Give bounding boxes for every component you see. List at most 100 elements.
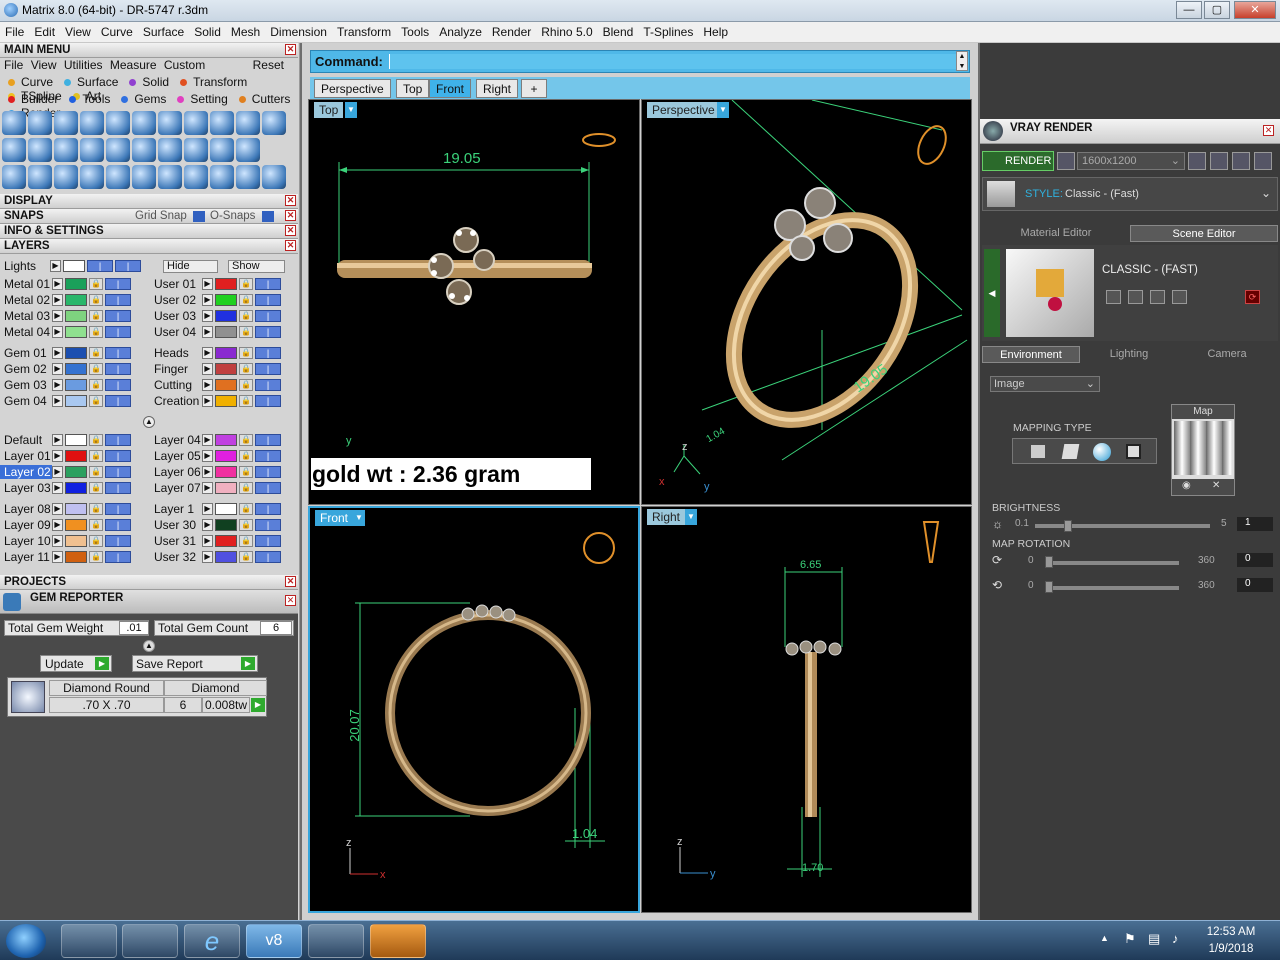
- layer-row[interactable]: Layer 05 ▶ 🔒 |: [150, 448, 295, 464]
- gem-reporter-header[interactable]: GEM REPORTER ✕: [0, 590, 298, 614]
- tool-icon[interactable]: [28, 138, 52, 162]
- arrow-icon[interactable]: ▶: [202, 434, 213, 446]
- lock-icon[interactable]: 🔒: [239, 434, 253, 446]
- layer-color-swatch[interactable]: [215, 347, 237, 359]
- lock-icon[interactable]: 🔒: [89, 379, 103, 391]
- close-button[interactable]: ✕: [1234, 1, 1276, 19]
- menu-tools[interactable]: Tools: [396, 22, 434, 39]
- arrow-icon[interactable]: ▶: [52, 310, 63, 322]
- layer-row[interactable]: Layer 06 ▶ 🔒 |: [150, 464, 295, 480]
- layer-color-swatch[interactable]: [215, 551, 237, 563]
- visibility-toggle[interactable]: |: [255, 379, 281, 391]
- close-icon[interactable]: ✕: [285, 225, 296, 236]
- arrow-icon[interactable]: ▶: [202, 503, 213, 515]
- layer-name[interactable]: User 31: [150, 534, 202, 548]
- style-selector[interactable]: STYLE: Classic - (Fast) ⌄: [982, 177, 1278, 211]
- render-button[interactable]: RENDER: [982, 151, 1054, 171]
- category-curve[interactable]: Curve: [4, 75, 53, 89]
- visibility-toggle[interactable]: |: [105, 347, 131, 359]
- lock-icon[interactable]: 🔒: [89, 482, 103, 494]
- grid-snap-label[interactable]: Grid Snap: [135, 209, 187, 224]
- lock-icon[interactable]: 🔒: [89, 278, 103, 290]
- layer-color-swatch[interactable]: [65, 379, 87, 391]
- tab-environment[interactable]: Environment: [982, 346, 1080, 363]
- layer-name[interactable]: Metal 04: [0, 325, 52, 339]
- volume-icon[interactable]: ♪: [1172, 931, 1179, 946]
- lock-icon[interactable]: 🔒: [89, 503, 103, 515]
- layer-color-swatch[interactable]: [65, 519, 87, 531]
- arrow-icon[interactable]: ▶: [52, 535, 63, 547]
- tool-icon[interactable]: [80, 138, 104, 162]
- layer-color-swatch[interactable]: [65, 395, 87, 407]
- frame-icon[interactable]: [1210, 152, 1228, 170]
- arrow-icon[interactable]: ▶: [202, 551, 213, 563]
- arrow-icon[interactable]: ▶: [52, 503, 63, 515]
- arrow-icon[interactable]: ▶: [202, 395, 213, 407]
- layer-row[interactable]: Layer 10 ▶ 🔒 |: [0, 533, 145, 549]
- visibility-toggle[interactable]: |: [105, 434, 131, 446]
- lock-icon[interactable]: 🔒: [239, 363, 253, 375]
- close-icon[interactable]: ✕: [1263, 125, 1274, 136]
- visibility-toggle[interactable]: |: [255, 482, 281, 494]
- lock-icon[interactable]: 🔒: [239, 379, 253, 391]
- visibility-toggle[interactable]: |: [105, 519, 131, 531]
- info-header[interactable]: INFO & SETTINGS ✕: [0, 224, 298, 239]
- lock-icon[interactable]: 🔒: [89, 450, 103, 462]
- maximize-button[interactable]: ▢: [1204, 1, 1230, 19]
- visibility-toggle[interactable]: |: [105, 310, 131, 322]
- tool-icon[interactable]: [210, 111, 234, 135]
- lock-icon[interactable]: 🔒: [89, 466, 103, 478]
- cube-mapping-icon[interactable]: [1126, 444, 1141, 459]
- start-button[interactable]: [6, 924, 46, 958]
- lock-icon[interactable]: 🔒: [239, 482, 253, 494]
- visibility-toggle[interactable]: |: [255, 466, 281, 478]
- brightness-slider-thumb[interactable]: [1064, 520, 1072, 532]
- arrow-icon[interactable]: ▶: [202, 379, 213, 391]
- tool-icon[interactable]: [158, 138, 182, 162]
- lock-icon[interactable]: 🔒: [89, 395, 103, 407]
- layer-name[interactable]: Layer 01: [0, 449, 52, 463]
- layer-color-swatch[interactable]: [65, 482, 87, 494]
- resolution-select[interactable]: 1600x1200 ⌄: [1077, 152, 1185, 170]
- menu-help[interactable]: Help: [698, 22, 733, 39]
- command-bar[interactable]: Command:: [310, 50, 970, 73]
- layer-color-swatch[interactable]: [65, 294, 87, 306]
- close-icon[interactable]: ✕: [1212, 480, 1220, 491]
- menu-dimension[interactable]: Dimension: [265, 22, 332, 39]
- layer-color-swatch[interactable]: [215, 363, 237, 375]
- mm-custom[interactable]: Custom: [164, 58, 205, 72]
- arrow-icon[interactable]: ▶: [52, 466, 63, 478]
- layers-header[interactable]: LAYERS ✕: [0, 239, 298, 254]
- lock-icon[interactable]: 🔒: [239, 503, 253, 515]
- mm-reset[interactable]: Reset: [253, 58, 284, 72]
- rotation2-value[interactable]: 0: [1237, 578, 1273, 592]
- close-icon[interactable]: ✕: [285, 195, 296, 206]
- visibility-toggle[interactable]: |: [255, 450, 281, 462]
- layer-name[interactable]: Metal 01: [0, 277, 52, 291]
- layer-row[interactable]: User 31 ▶ 🔒 |: [150, 533, 295, 549]
- arrow-icon[interactable]: ▶: [202, 482, 213, 494]
- layer-row[interactable]: User 02 ▶ 🔒 |: [150, 292, 295, 308]
- arrow-icon[interactable]: ▶: [52, 482, 63, 494]
- layer-row[interactable]: Metal 04 ▶ 🔒 |: [0, 324, 145, 340]
- osnaps-label[interactable]: O-Snaps: [210, 209, 255, 224]
- network-icon[interactable]: ▤: [1148, 931, 1160, 947]
- layer-color-swatch[interactable]: [65, 551, 87, 563]
- layer-name[interactable]: Layer 08: [0, 502, 52, 516]
- tool-icon[interactable]: [262, 165, 286, 189]
- layer-color-swatch[interactable]: [65, 278, 87, 290]
- layer-row[interactable]: Gem 01 ▶ 🔒 |: [0, 345, 145, 361]
- rotation1-value[interactable]: 0: [1237, 553, 1273, 567]
- menu-tsplines[interactable]: T-Splines: [638, 22, 698, 39]
- brightness-slider[interactable]: [1035, 524, 1210, 528]
- layer-color-swatch[interactable]: [215, 466, 237, 478]
- tool-icon[interactable]: [106, 165, 130, 189]
- tab-lighting[interactable]: Lighting: [1080, 346, 1178, 363]
- command-scroll[interactable]: ▲ ▼: [956, 51, 968, 71]
- layer-color-swatch[interactable]: [215, 278, 237, 290]
- arrow-icon[interactable]: ▶: [202, 535, 213, 547]
- tool-icon[interactable]: [2, 138, 26, 162]
- osnaps-toggle[interactable]: [262, 211, 274, 222]
- layer-name[interactable]: Layer 07: [150, 481, 202, 495]
- layer-name[interactable]: User 03: [150, 309, 202, 323]
